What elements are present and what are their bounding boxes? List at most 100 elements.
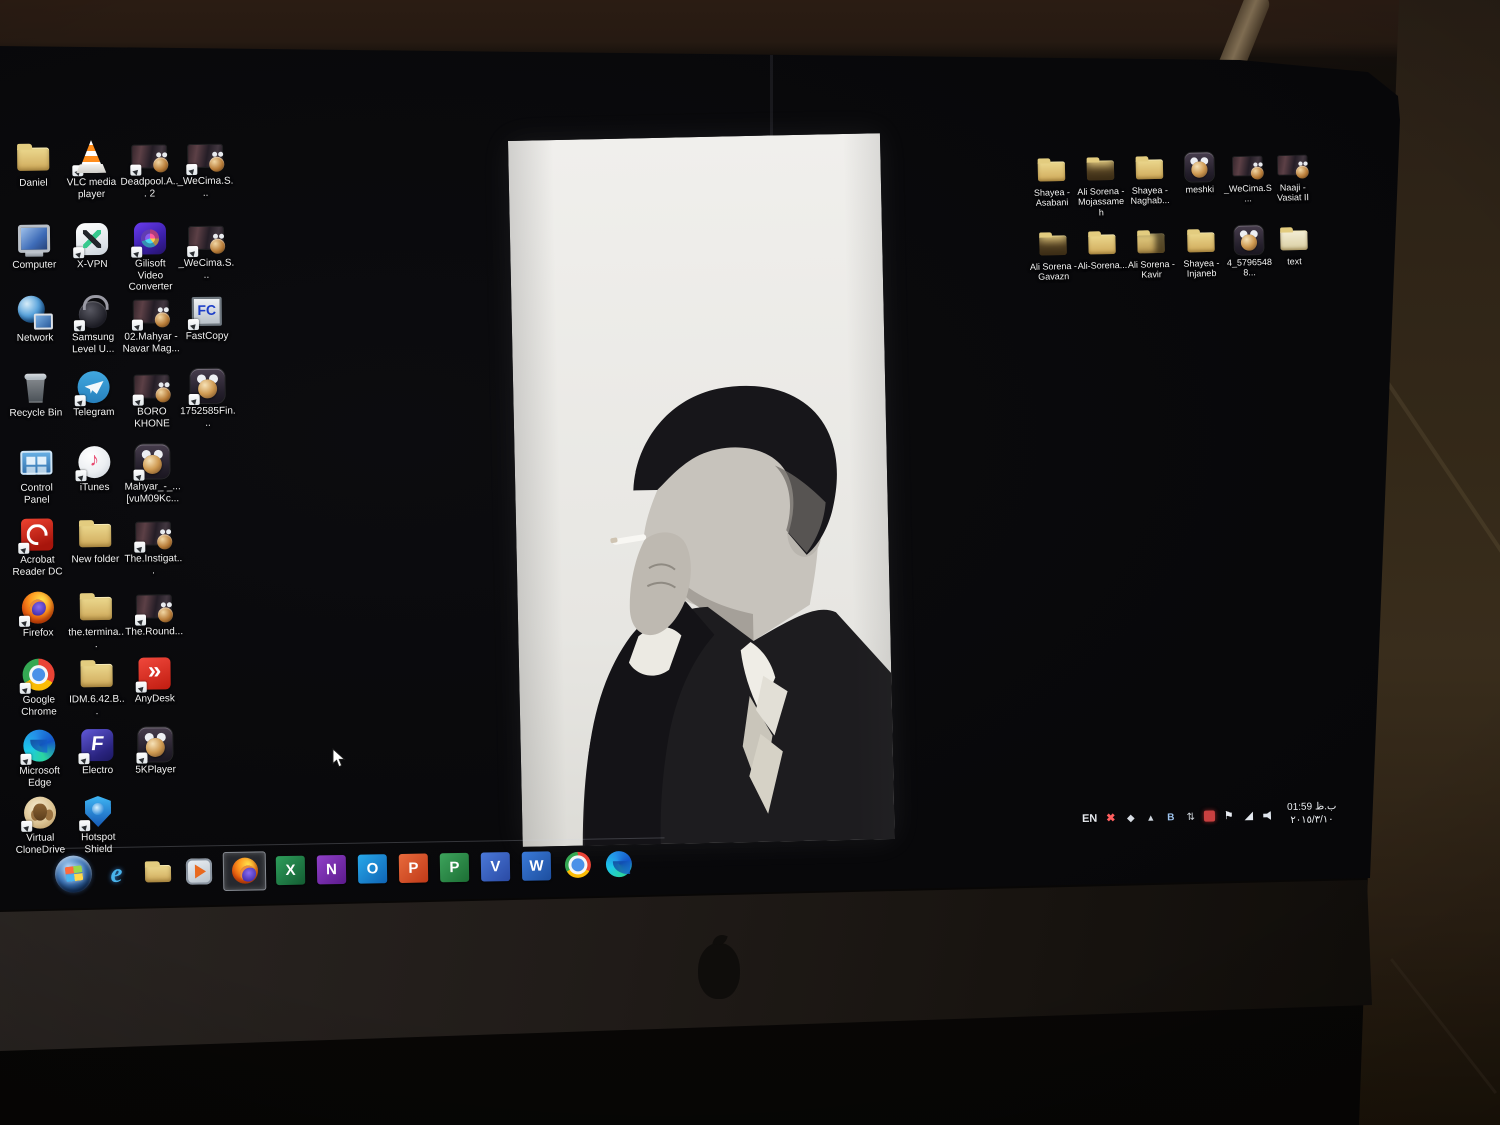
network-icon <box>17 294 53 330</box>
video-file-icon <box>1232 150 1263 181</box>
desktop-icon-vlc[interactable]: VLC media player <box>62 139 121 201</box>
desktop-icon-deadpool[interactable]: Deadpool.A... 2 <box>120 138 179 200</box>
desktop-icon-acrobat[interactable]: Acrobat Reader DC <box>8 516 67 578</box>
desktop-icon-text[interactable]: text <box>1268 218 1319 267</box>
show-hidden-icons[interactable] <box>1144 810 1157 824</box>
edge-icon <box>20 727 57 765</box>
icon-label: The.Instigat... <box>124 553 183 576</box>
desktop-icon-gavazn[interactable]: Ali Sorena - Gavazn <box>1028 223 1079 283</box>
bluetooth-icon[interactable] <box>1164 810 1177 824</box>
icon-label: IDM.6.42.B... <box>69 693 125 717</box>
video-file-icon <box>132 368 169 406</box>
taskbar-internet-explorer[interactable]: e <box>100 856 134 890</box>
icon-label: 1752585Fin... <box>179 405 236 429</box>
desktop-icon-mojassameh[interactable]: Ali Sorena - Mojassameh <box>1075 148 1126 218</box>
desktop-icon-shayea-asabani[interactable]: Shayea - Asabani <box>1026 149 1077 209</box>
video-file-icon <box>134 588 172 626</box>
icon-label: Mahyar_-_... [vuM09Kc... <box>124 481 181 505</box>
desktop-icon-1752585[interactable]: 1752585Fin... <box>178 368 237 430</box>
taskbar-chrome[interactable] <box>561 848 595 882</box>
clonedrive-icon <box>21 794 58 832</box>
desktop-icon-wecima2[interactable]: _WeCima.S... <box>177 220 236 282</box>
desktop-icon-chrome[interactable]: Google Chrome <box>9 656 68 718</box>
folder-icon <box>1134 153 1165 184</box>
desktop-icon-injaneb[interactable]: Shayea - Injaneb <box>1176 220 1227 280</box>
taskbar-clock[interactable]: 01:59 ب.ظ ٢٠١٥/٣/١٠ <box>1287 801 1337 827</box>
desktop-icon-ali-sorena[interactable]: Ali-Sorena... <box>1077 222 1128 271</box>
taskbar-outlook[interactable]: O <box>356 852 390 886</box>
gilisoft-icon <box>131 220 168 258</box>
device-sync-icon[interactable] <box>1184 809 1197 823</box>
desktop-icon-xvpn[interactable]: X-VPN <box>63 221 122 271</box>
diamond-tray-icon[interactable] <box>1124 810 1137 824</box>
start-button[interactable] <box>54 854 93 893</box>
desktop-icon-edge[interactable]: Microsoft Edge <box>10 727 69 789</box>
desktop-icon-new-folder[interactable]: New folder <box>66 516 125 566</box>
network-signal-icon[interactable] <box>1242 808 1255 822</box>
folder-icon <box>78 589 114 625</box>
desktop-icon-samsung-level[interactable]: Samsung Level U... <box>64 294 123 356</box>
apple-logo <box>698 943 740 999</box>
taskbar-excel[interactable]: X <box>274 853 308 887</box>
desktop-icon-fastcopy[interactable]: FC FastCopy <box>178 293 237 343</box>
icon-label: Google Chrome <box>21 694 57 718</box>
taskbar-powerpoint[interactable]: P <box>397 851 431 885</box>
kmplayer-icon <box>133 443 170 481</box>
desktop-icon-terminal-folder[interactable]: the.termina... <box>67 589 126 651</box>
recording-icon[interactable] <box>1204 810 1216 822</box>
volume-icon[interactable] <box>1262 808 1275 822</box>
anydesk-icon <box>135 655 172 693</box>
shortcut-arrow-icon <box>135 681 147 693</box>
desktop-icon-shayea-naghab[interactable]: Shayea - Naghab... <box>1124 147 1175 207</box>
desktop-icon-boro-khone[interactable]: BORO KHONE <box>122 368 181 430</box>
icon-label: Firefox <box>22 627 54 639</box>
desktop-icon-4-579[interactable]: 4_57965488... <box>1224 219 1275 279</box>
taskbar-project[interactable]: P <box>438 850 472 884</box>
icon-label: Ali Sorena - Gavazn <box>1029 260 1078 283</box>
taskbar-file-explorer[interactable] <box>141 855 175 889</box>
desktop-icon-electro[interactable]: Electro <box>68 727 127 777</box>
desktop-icon-computer[interactable]: Computer <box>5 221 64 271</box>
icon-label: 02.Mahyar - Navar Mag... <box>122 331 180 355</box>
kmplayer-icon <box>1233 224 1264 255</box>
desktop-icon-naaji-vasiat[interactable]: Naaji - Vasiat II <box>1267 144 1318 204</box>
taskbar-edge[interactable] <box>602 847 636 881</box>
taskbar-firefox[interactable] <box>222 850 267 891</box>
desktop-icon-5kplayer[interactable]: 5KPlayer <box>126 726 185 776</box>
action-center-flag-icon[interactable] <box>1222 809 1235 823</box>
desktop-icon-instigators[interactable]: The.Instigat... <box>124 515 183 577</box>
shortcut-arrow-icon <box>186 163 198 176</box>
desktop-icon-itunes[interactable]: iTunes <box>65 444 124 494</box>
desktop-icon-daniel[interactable]: Daniel <box>4 139 63 189</box>
desktop-icon-anydesk[interactable]: AnyDesk <box>125 655 184 705</box>
desktop-icon-recycle-bin[interactable]: Recycle Bin <box>6 369 65 419</box>
desktop-icon-meshki[interactable]: meshki <box>1174 146 1225 195</box>
desktop-icon-kavir[interactable]: Ali Sorena - Kavir <box>1126 221 1177 281</box>
taskbar-media-player[interactable] <box>182 855 216 889</box>
desktop-icon-wecima[interactable]: _WeCima.S... <box>176 138 235 200</box>
icon-label: New folder <box>71 553 120 566</box>
desktop-icon-network[interactable]: Network <box>6 294 65 344</box>
disconnected-icon[interactable] <box>1104 811 1117 825</box>
desktop-icon-the-round[interactable]: The.Round... <box>125 588 184 638</box>
desktop-icon-wecima-right[interactable]: _WeCima.S... <box>1222 145 1273 205</box>
shortcut-arrow-icon <box>18 542 30 554</box>
desktop-icon-telegram[interactable]: Telegram <box>64 369 123 419</box>
taskbar-onenote[interactable]: N <box>315 852 349 886</box>
imac-screen-desktop[interactable]: Daniel VLC media player Deadpool.A... 2 … <box>0 46 1400 910</box>
desktop-icon-control-panel[interactable]: Control Panel <box>7 444 66 506</box>
icon-label: meshki <box>1185 184 1215 195</box>
desktop-icon-mahyar-kmp[interactable]: Mahyar_-_... [vuM09Kc... <box>123 443 182 505</box>
desktop-icon-clonedrive[interactable]: Virtual CloneDrive <box>11 794 70 856</box>
vlc-icon <box>72 139 109 177</box>
taskbar-word[interactable]: W <box>520 849 554 883</box>
desktop-icon-mahyar-video[interactable]: 02.Mahyar - Navar Mag... <box>122 293 181 355</box>
taskbar-visio[interactable]: V <box>479 850 513 884</box>
language-indicator[interactable]: EN <box>1082 812 1098 824</box>
desktop-icon-firefox[interactable]: Firefox <box>9 589 68 639</box>
desktop-icon-gilisoft[interactable]: Gilisoft Video Converter <box>121 220 180 293</box>
desktop-icon-idm-folder[interactable]: IDM.6.42.B... <box>67 656 126 718</box>
itunes-icon <box>75 444 112 482</box>
shortcut-arrow-icon <box>78 753 90 765</box>
firefox-icon <box>18 589 56 627</box>
